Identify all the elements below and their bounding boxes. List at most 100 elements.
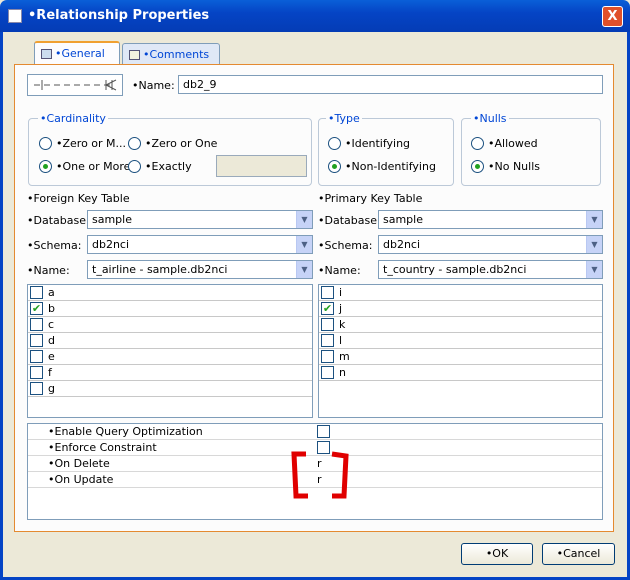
cardinality-legend: •Cardinality [38, 112, 108, 125]
radio-one-or-more[interactable] [39, 160, 52, 173]
radio-identifying[interactable] [328, 137, 341, 150]
column-checkbox[interactable] [30, 382, 43, 395]
pk-column-list: i ✔ j k l m n [318, 284, 603, 418]
column-name: a [48, 286, 55, 299]
property-label: •Enforce Constraint [48, 441, 157, 454]
chevron-down-icon[interactable]: ▼ [586, 236, 602, 253]
chevron-down-icon[interactable]: ▼ [586, 261, 602, 278]
column-checkbox[interactable] [321, 286, 334, 299]
notes-icon [129, 50, 140, 60]
pk-name-label: •Name: [318, 264, 361, 277]
pk-name-select[interactable]: t_country - sample.db2nci ▼ [378, 260, 603, 279]
column-checkbox[interactable] [321, 334, 334, 347]
column-checkbox[interactable] [30, 318, 43, 331]
list-item[interactable]: k [319, 317, 602, 333]
property-label: •On Update [48, 473, 114, 486]
column-name: i [339, 286, 343, 299]
app-icon [8, 9, 22, 23]
radio-zero-or-one[interactable] [128, 137, 141, 150]
name-input[interactable] [178, 75, 603, 94]
grid-icon [41, 49, 52, 59]
list-item[interactable]: ✔ b [28, 301, 312, 317]
radio-exactly[interactable] [128, 160, 141, 173]
window-title: •Relationship Properties [28, 8, 210, 23]
column-name: j [339, 302, 343, 315]
radio-allowed[interactable] [471, 137, 484, 150]
list-item[interactable]: n [319, 365, 602, 381]
fk-name-label: •Name: [27, 264, 70, 277]
exactly-label: •Exactly [145, 160, 192, 173]
fk-database-value: sample [92, 213, 132, 226]
identifying-label: •Identifying [345, 137, 411, 150]
tab-comments[interactable]: •Comments [122, 43, 220, 65]
column-name: b [48, 302, 55, 315]
chevron-down-icon[interactable]: ▼ [586, 211, 602, 228]
chevron-down-icon[interactable]: ▼ [296, 236, 312, 253]
property-checkbox[interactable] [317, 425, 330, 438]
fk-schema-label: •Schema: [27, 239, 82, 252]
allowed-label: •Allowed [488, 137, 538, 150]
chevron-down-icon[interactable]: ▼ [296, 211, 312, 228]
list-item[interactable]: d [28, 333, 312, 349]
list-item[interactable]: g [28, 381, 312, 397]
column-name: m [339, 350, 350, 363]
cancel-button[interactable]: •Cancel [542, 543, 615, 565]
list-item[interactable]: ✔ j [319, 301, 602, 317]
primary-key-title: •Primary Key Table [318, 192, 423, 205]
no-nulls-label: •No Nulls [488, 160, 540, 173]
tab-general[interactable]: •General [34, 41, 120, 65]
list-item[interactable]: i [319, 285, 602, 301]
exactly-input[interactable] [216, 155, 307, 177]
foreign-key-title: •Foreign Key Table [27, 192, 130, 205]
column-name: g [48, 382, 55, 395]
name-label: •Name: [132, 79, 175, 92]
column-name: c [48, 318, 55, 331]
fk-column-list: a ✔ b c d e f g [27, 284, 313, 418]
column-name: n [339, 366, 346, 379]
fk-schema-select[interactable]: db2nci ▼ [87, 235, 313, 254]
pk-database-select[interactable]: sample ▼ [378, 210, 603, 229]
fk-schema-value: db2nci [92, 238, 130, 251]
property-label: •On Delete [48, 457, 110, 470]
zero-or-many-label: •Zero or M... [56, 137, 127, 150]
list-item[interactable]: f [28, 365, 312, 381]
radio-zero-or-many[interactable] [39, 137, 52, 150]
radio-non-identifying[interactable] [328, 160, 341, 173]
radio-no-nulls[interactable] [471, 160, 484, 173]
red-bracket-annotation [291, 451, 349, 499]
type-legend: •Type [326, 112, 362, 125]
pk-schema-select[interactable]: db2nci ▼ [378, 235, 603, 254]
pk-database-label: •Database: [318, 214, 381, 227]
column-name: k [339, 318, 346, 331]
list-item[interactable]: c [28, 317, 312, 333]
list-item[interactable]: e [28, 349, 312, 365]
chevron-down-icon[interactable]: ▼ [296, 261, 312, 278]
pk-name-value: t_country - sample.db2nci [383, 263, 527, 276]
close-button[interactable]: X [602, 6, 623, 27]
column-checkbox[interactable] [321, 366, 334, 379]
list-item[interactable]: a [28, 285, 312, 301]
fk-database-label: •Database: [27, 214, 90, 227]
relationship-notation-icon [34, 79, 117, 91]
column-checkbox[interactable] [30, 350, 43, 363]
nulls-group [461, 118, 601, 186]
column-checkbox[interactable] [30, 366, 43, 379]
ok-button[interactable]: •OK [461, 543, 533, 565]
tab-general-label: •General [55, 47, 105, 60]
column-checkbox[interactable] [30, 286, 43, 299]
column-checkbox[interactable] [30, 334, 43, 347]
column-checkbox[interactable]: ✔ [321, 302, 334, 315]
fk-name-value: t_airline - sample.db2nci [92, 263, 228, 276]
nulls-legend: •Nulls [471, 112, 509, 125]
type-group [318, 118, 454, 186]
fk-database-select[interactable]: sample ▼ [87, 210, 313, 229]
fk-name-select[interactable]: t_airline - sample.db2nci ▼ [87, 260, 313, 279]
list-item[interactable]: l [319, 333, 602, 349]
list-item[interactable]: m [319, 349, 602, 365]
column-name: d [48, 334, 55, 347]
column-checkbox[interactable] [321, 318, 334, 331]
column-checkbox[interactable] [321, 350, 334, 363]
pk-database-value: sample [383, 213, 423, 226]
column-checkbox[interactable]: ✔ [30, 302, 43, 315]
property-label: •Enable Query Optimization [48, 425, 203, 438]
